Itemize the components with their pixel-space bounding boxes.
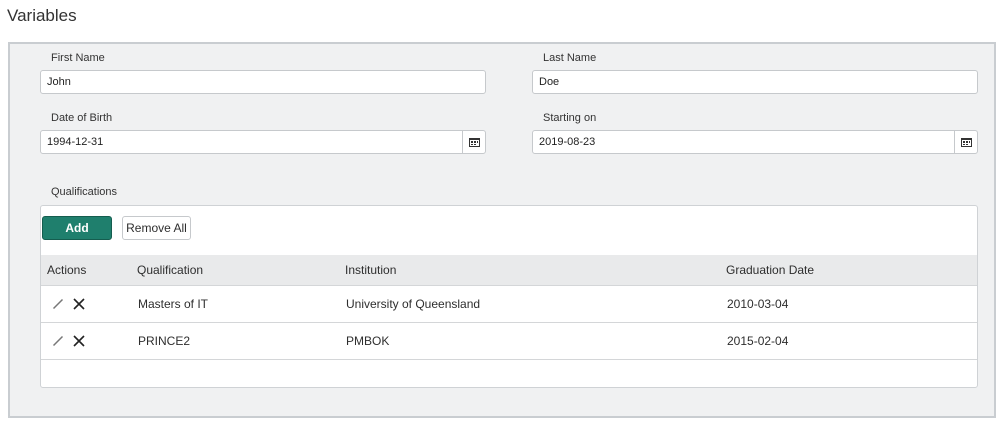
col-actions: Actions [47,263,87,277]
add-button[interactable]: Add [42,216,112,240]
start-input[interactable]: 2019-08-23 [532,130,978,154]
delete-icon[interactable] [73,335,85,347]
delete-icon[interactable] [73,298,85,310]
qualifications-table: Add Remove All Actions Qualification Ins… [40,205,978,388]
start-value: 2019-08-23 [539,136,596,148]
table-row: Masters of IT University of Queensland 2… [41,286,977,323]
table-header: Actions Qualification Institution Gradua… [41,255,977,286]
last-name-label: Last Name [543,52,597,64]
table-row: PRINCE2 PMBOK 2015-02-04 [41,323,977,360]
dob-input[interactable]: 1994-12-31 [40,130,486,154]
cell-qualification: PRINCE2 [138,334,191,348]
calendar-icon [960,138,972,147]
start-label: Starting on [543,112,597,124]
remove-all-button[interactable]: Remove All [122,216,191,240]
last-name-input[interactable]: Doe [532,70,978,94]
variables-panel: First Name John Last Name Doe Date of Bi… [8,42,996,418]
first-name-label: First Name [51,52,105,64]
dob-label: Date of Birth [51,112,113,124]
edit-icon[interactable] [52,335,64,347]
calendar-button[interactable] [462,131,485,153]
dob-value: 1994-12-31 [47,136,104,148]
page-title: Variables [7,6,77,25]
cell-institution: University of Queensland [346,297,481,311]
calendar-button[interactable] [954,131,977,153]
first-name-input[interactable]: John [40,70,486,94]
col-institution[interactable]: Institution [345,263,396,277]
calendar-icon [468,138,480,147]
col-qualification[interactable]: Qualification [137,263,203,277]
qualifications-label: Qualifications [51,186,118,198]
edit-icon[interactable] [52,298,64,310]
cell-date: 2010-03-04 [727,297,789,311]
cell-institution: PMBOK [346,334,390,348]
cell-date: 2015-02-04 [727,334,789,348]
col-graduation-date[interactable]: Graduation Date [726,263,814,277]
cell-qualification: Masters of IT [138,297,209,311]
